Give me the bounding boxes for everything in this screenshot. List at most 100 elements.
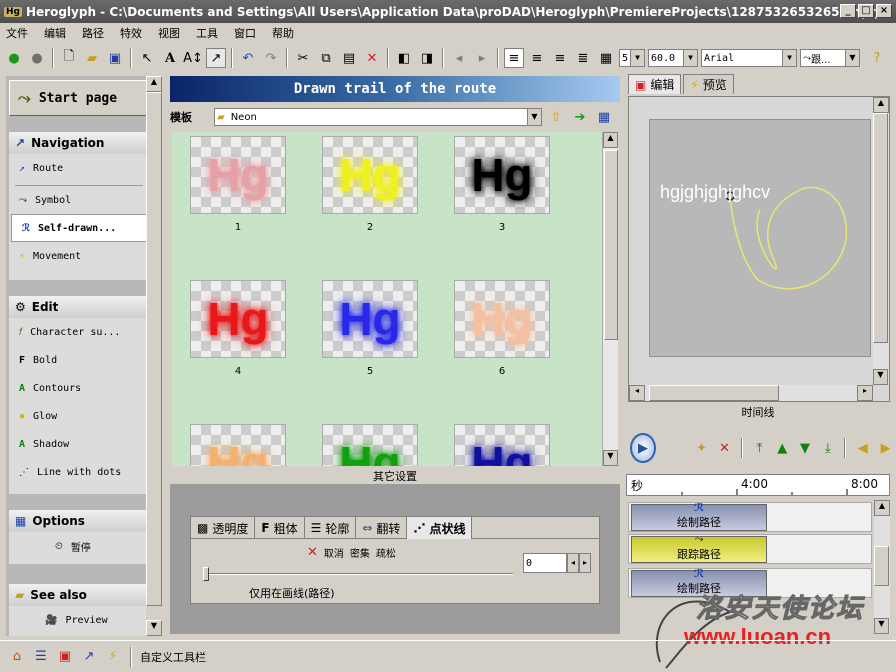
move-up-icon[interactable]: ▲ (774, 438, 791, 458)
nav-item-symbol[interactable]: ⤳ Symbol (9, 186, 149, 214)
track-clip[interactable]: ⤳ 跟踪路径 (631, 532, 767, 563)
timeline-vscrollbar[interactable]: ▲ ▼ (874, 500, 890, 634)
align-right-icon[interactable]: ≡ (550, 48, 570, 68)
left-panel-scrollbar[interactable]: ▲ ▼ (146, 76, 162, 636)
tab-preview[interactable]: ⚡ 预览 (683, 74, 734, 94)
text-tool-icon[interactable]: A (160, 48, 180, 68)
add-keyframe-icon[interactable]: ✦ (693, 438, 710, 458)
start-page-button[interactable]: ⤳ Start page (9, 80, 149, 116)
folder-up-icon[interactable]: ⇧ (546, 107, 566, 127)
timeline-track[interactable]: ⤳ 跟踪路径 (628, 532, 872, 564)
template-thumbnail[interactable]: Hg (454, 136, 550, 214)
preview-vscrollbar[interactable]: ▲ ▼ (873, 97, 889, 385)
increment-button[interactable]: ▸ (579, 553, 591, 573)
tab-edit[interactable]: ▣ 编辑 (628, 74, 682, 94)
template-thumbnail[interactable]: Hg (190, 424, 286, 466)
list-icon[interactable]: ☰ (32, 648, 50, 666)
tab-opacity[interactable]: ▩ 透明度 (191, 517, 256, 539)
template-thumbnail[interactable]: Hg (322, 424, 418, 466)
menu-help[interactable]: 帮助 (272, 25, 294, 41)
stop-icon[interactable]: ● (27, 48, 47, 68)
prev-icon[interactable]: ◀ (854, 438, 871, 458)
paste-icon[interactable]: ▤ (339, 48, 359, 68)
timeline-track[interactable]: ℛ 绘制路径 (628, 567, 872, 598)
redo-icon[interactable]: ↷ (261, 48, 281, 68)
monitor-icon[interactable]: ▣ (56, 648, 74, 666)
menu-file[interactable]: 文件 (6, 25, 28, 41)
menu-effects[interactable]: 特效 (120, 25, 142, 41)
track-clip[interactable]: ℛ 绘制路径 (631, 567, 767, 597)
track-clip[interactable]: ℛ 绘制路径 (631, 501, 767, 531)
nav-item-movement[interactable]: ⚡ Movement (9, 242, 149, 270)
layer-back-icon[interactable]: ◧ (394, 48, 414, 68)
minimize-button[interactable]: _ (840, 4, 856, 18)
home-icon[interactable]: ⌂ (8, 648, 26, 666)
decrement-button[interactable]: ◂ (567, 553, 579, 573)
edit-header[interactable]: ⚙ Edit (9, 296, 149, 318)
copy-icon[interactable]: ⧉ (316, 48, 336, 68)
grid-view-icon[interactable]: ▦ (594, 107, 614, 127)
save-icon[interactable]: ▣ (105, 48, 125, 68)
tab-contour[interactable]: ☰ 轮廓 (305, 517, 357, 539)
loose-label[interactable]: 疏松 (376, 545, 396, 560)
move-down-icon[interactable]: ▼ (797, 438, 814, 458)
options-header[interactable]: ▦ Options (9, 510, 149, 532)
menu-view[interactable]: 视图 (158, 25, 180, 41)
menu-window[interactable]: 窗口 (234, 25, 256, 41)
menu-edit[interactable]: 编辑 (44, 25, 66, 41)
template-thumbnail[interactable]: Hg (190, 280, 286, 358)
move-top-icon[interactable]: ⤒ (751, 438, 768, 458)
cut-icon[interactable]: ✂ (293, 48, 313, 68)
cancel-label[interactable]: 取消 (324, 545, 344, 560)
mode-select[interactable]: ⤳ 跟... ▼ (800, 49, 860, 67)
new-file-icon[interactable]: 🗋 (59, 48, 79, 68)
edit-item-contours[interactable]: A Contours (9, 374, 149, 402)
align-left-icon[interactable]: ≡ (504, 48, 524, 68)
go-icon[interactable]: ● (4, 48, 24, 68)
spacing-value-field[interactable]: 0 (523, 553, 567, 573)
next-icon[interactable]: ▶ (877, 438, 894, 458)
options-item-pause[interactable]: ⏲ 暂停 (9, 532, 149, 560)
font-select[interactable]: Arial ▼ (701, 49, 797, 67)
customize-toolbar-label[interactable]: 自定义工具栏 (140, 649, 206, 665)
edit-item-character[interactable]: 𝑓 Character su... (9, 318, 149, 346)
edit-item-line-with-dots[interactable]: ⋰ Line with dots (9, 458, 149, 486)
nav-item-self-drawn[interactable]: ℛ Self-drawn... (11, 214, 147, 242)
help-icon[interactable]: ? (867, 48, 887, 68)
text-size-icon[interactable]: A↕ (183, 48, 203, 68)
edit-item-glow[interactable]: ✸ Glow (9, 402, 149, 430)
maximize-button[interactable]: □ (858, 4, 874, 18)
template-thumbnail[interactable]: Hg (190, 136, 286, 214)
move-bottom-icon[interactable]: ⤓ (819, 438, 836, 458)
see-also-item-preview[interactable]: 🎥 Preview (9, 606, 149, 634)
layer-front-icon[interactable]: ◨ (417, 48, 437, 68)
arrow-left-icon[interactable]: ◂ (449, 48, 469, 68)
preview-area[interactable]: hgjghjghjghcv ▲ ▼ ◂ ▸ (628, 96, 890, 402)
tab-bold[interactable]: F 粗体 (255, 517, 305, 539)
menu-path[interactable]: 路径 (82, 25, 104, 41)
template-select[interactable]: ▰ Neon ▼ (214, 108, 542, 126)
route-icon[interactable]: ↗ (80, 648, 98, 666)
preview-hscrollbar[interactable]: ◂ ▸ (629, 385, 873, 401)
open-folder-icon[interactable]: ▰ (82, 48, 102, 68)
slider-thumb[interactable] (203, 567, 209, 581)
dense-label[interactable]: 密集 (350, 545, 370, 560)
align-justify-icon[interactable]: ≣ (573, 48, 593, 68)
timeline-track[interactable]: ℛ 绘制路径 (628, 501, 872, 532)
navigation-header[interactable]: ↗ Navigation (9, 132, 149, 154)
preview-canvas[interactable]: hgjghjghjghcv (649, 119, 871, 357)
delete-icon[interactable]: ✕ (362, 48, 382, 68)
align-center-icon[interactable]: ≡ (527, 48, 547, 68)
menu-tools[interactable]: 工具 (196, 25, 218, 41)
cancel-x-icon[interactable]: ✕ (307, 545, 318, 560)
spacing-slider[interactable] (203, 567, 513, 581)
nav-item-route[interactable]: ↗ Route (9, 154, 149, 182)
template-thumbnail[interactable]: Hg (322, 280, 418, 358)
see-also-header[interactable]: ▰ See also (9, 584, 149, 606)
template-thumbnail[interactable]: Hg (454, 280, 550, 358)
path-tool-icon[interactable]: ↗ (206, 48, 226, 68)
template-grid-scrollbar[interactable]: ▲ ▼ (602, 132, 618, 466)
edit-item-bold[interactable]: F Bold (9, 346, 149, 374)
timeline-ruler[interactable]: 秒 4:00 8:00 (626, 474, 890, 496)
apply-arrow-icon[interactable]: ➔ (570, 107, 590, 127)
